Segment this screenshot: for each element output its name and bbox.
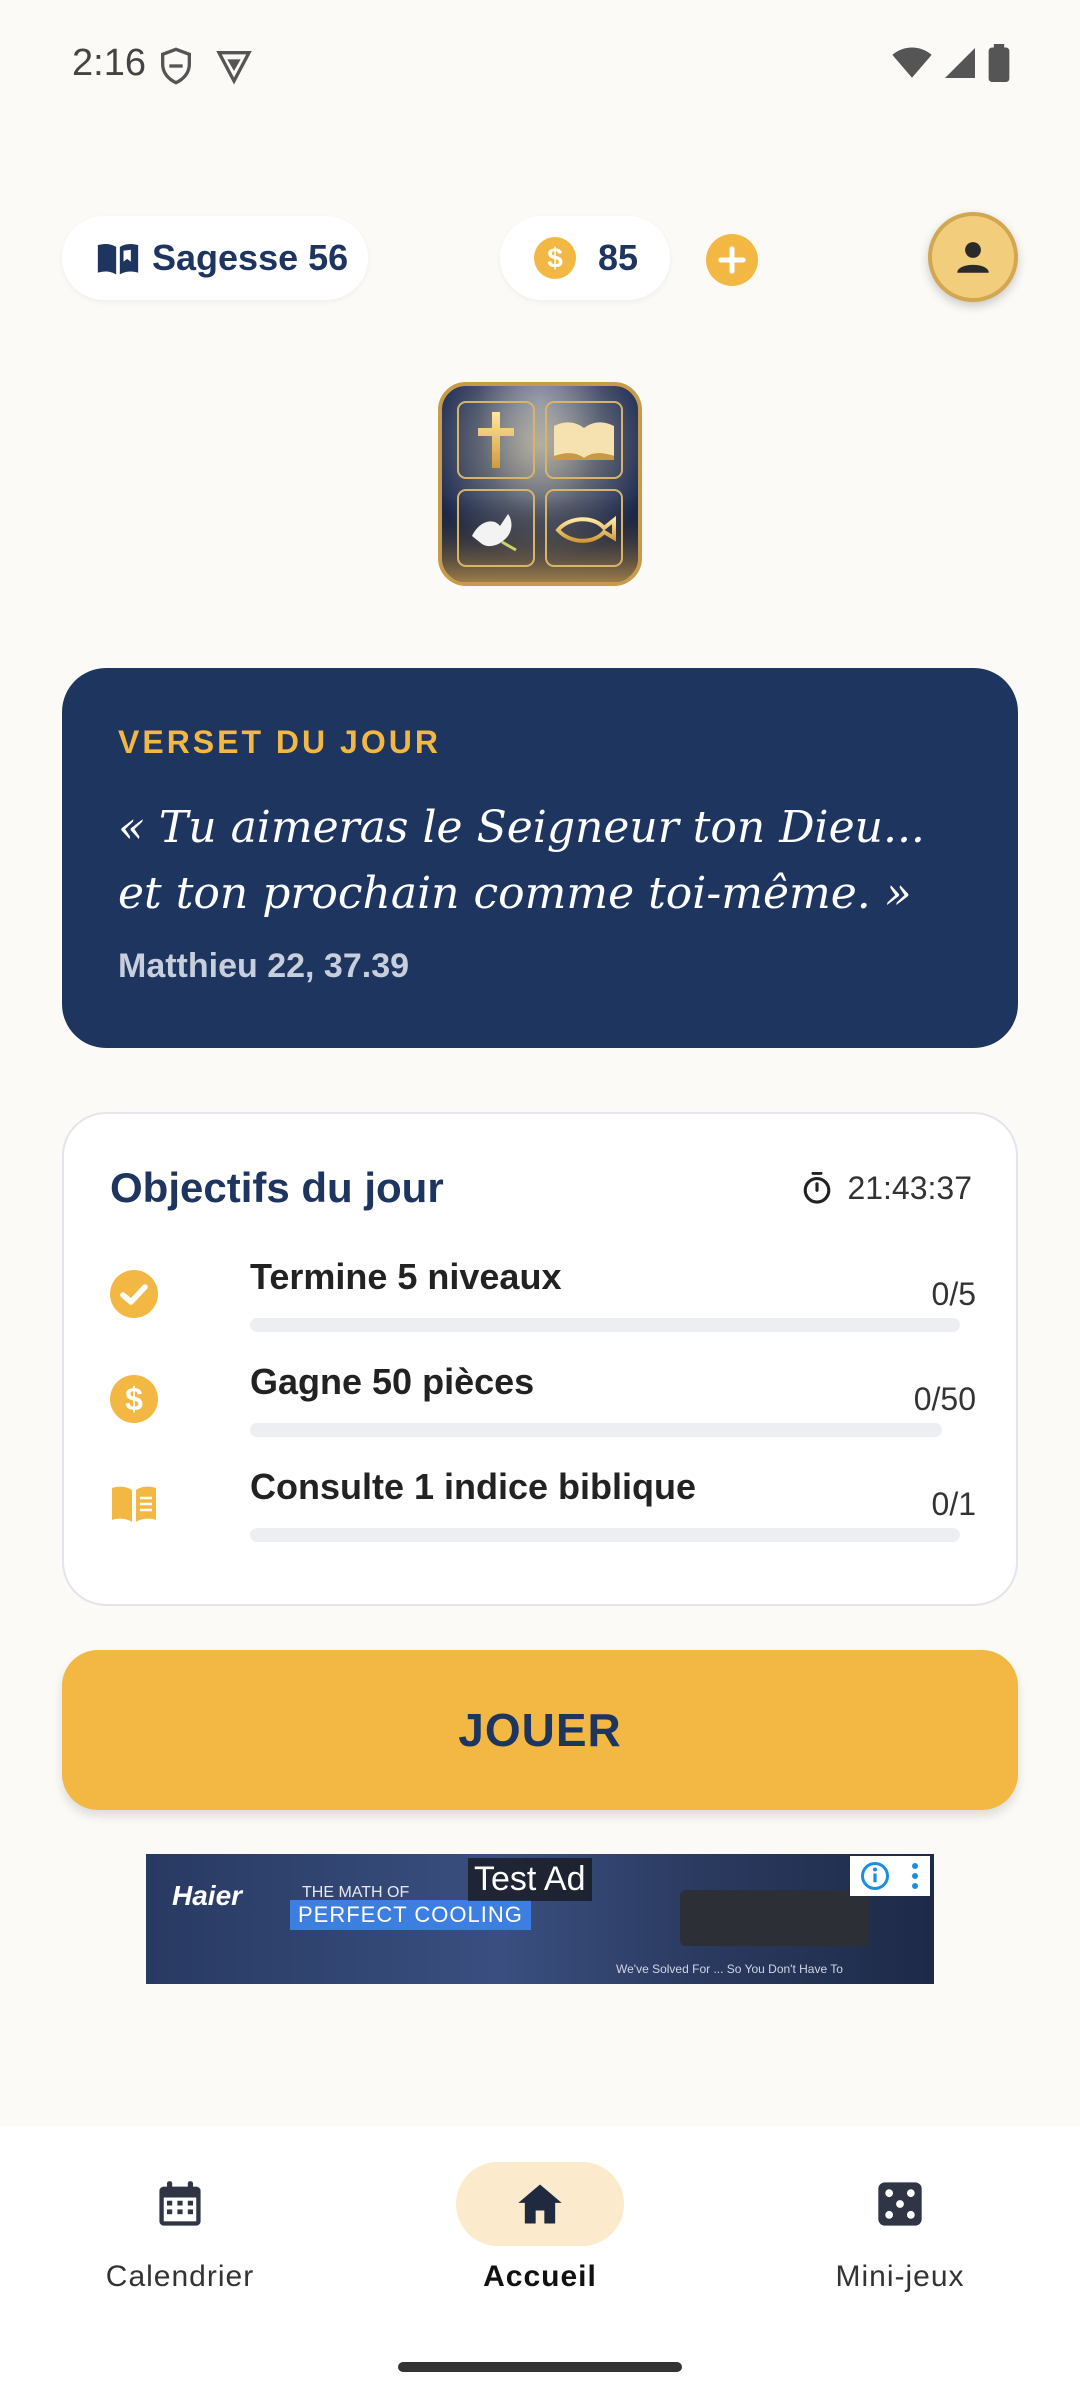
ad-choices[interactable] xyxy=(850,1856,930,1896)
signal-icon xyxy=(945,48,975,78)
objective-progress-bar xyxy=(250,1318,960,1332)
ad-tagline: We've Solved For ... So You Don't Have T… xyxy=(616,1962,843,1976)
wisdom-label: Sagesse 56 xyxy=(152,237,349,278)
objective-count: 0/5 xyxy=(931,1276,976,1312)
check-circle-icon xyxy=(110,1270,158,1318)
play-button[interactable]: JOUER xyxy=(62,1650,1018,1810)
status-bar: 2:16 xyxy=(0,0,1080,130)
wifi-icon xyxy=(892,47,932,78)
nav-label: Accueil xyxy=(483,2260,597,2293)
objectives-timer: 21:43:37 xyxy=(801,1170,972,1207)
bottom-navigation: Calendrier Accueil Mini-jeux xyxy=(0,2126,1080,2400)
timer-icon xyxy=(804,1171,831,1204)
nav-label: Mini-jeux xyxy=(835,2260,965,2293)
test-ad-label: Test Ad xyxy=(468,1858,592,1901)
home-icon xyxy=(518,2184,562,2224)
objective-count: 0/1 xyxy=(931,1486,976,1522)
coin-icon: $ xyxy=(110,1375,158,1423)
info-icon xyxy=(860,1862,889,1890)
more-vertical-icon xyxy=(911,1863,918,1889)
objective-label: Gagne 50 pièces xyxy=(250,1361,535,1402)
ad-headline-2: PERFECT COOLING xyxy=(290,1900,531,1930)
play-button-label: JOUER xyxy=(458,1704,622,1756)
verse-label: VERSET DU JOUR xyxy=(118,724,441,760)
ad-brand: Haier xyxy=(172,1880,243,1911)
objective-label: Termine 5 niveaux xyxy=(250,1256,562,1297)
shield-status-icon xyxy=(161,47,191,85)
app-logo-icon xyxy=(442,386,638,582)
nav-home[interactable]: Accueil xyxy=(390,2162,690,2322)
nav-icon-container xyxy=(96,2162,264,2246)
person-icon xyxy=(957,242,989,273)
objective-progress-bar xyxy=(250,1528,960,1542)
nav-calendar[interactable]: Calendrier xyxy=(30,2162,330,2322)
coin-balance[interactable]: $ 85 xyxy=(500,216,670,300)
coin-icon: $ xyxy=(534,237,576,279)
book-icon xyxy=(112,1486,156,1522)
objective-progress-bar xyxy=(250,1423,942,1437)
ad-banner[interactable]: Haier THE MATH OF PERFECT COOLING We've … xyxy=(146,1854,934,1984)
objective-row: Termine 5 niveaux 0/5 xyxy=(110,1256,976,1346)
wisdom-badge[interactable]: Sagesse 56 xyxy=(62,216,368,300)
coin-count: 85 xyxy=(598,237,639,278)
verse-text: « Tu aimeras le Seigneur ton Dieu... et … xyxy=(118,802,925,919)
objective-count: 0/50 xyxy=(913,1381,976,1417)
calendar-icon xyxy=(159,2181,201,2226)
objective-label: Consulte 1 indice biblique xyxy=(250,1466,697,1507)
open-book-icon xyxy=(97,243,139,275)
timer-value: 21:43:37 xyxy=(847,1170,972,1206)
objective-row: $ Gagne 50 pièces 0/50 xyxy=(110,1361,976,1451)
app-logo xyxy=(438,382,642,586)
add-coins-button[interactable] xyxy=(706,234,758,286)
verse-of-the-day-card: VERSET DU JOUR « Tu aimeras le Seigneur … xyxy=(62,668,1018,1048)
nav-icon-container xyxy=(816,2162,984,2246)
home-indicator[interactable] xyxy=(398,2362,682,2372)
svg-text:$: $ xyxy=(125,1381,143,1417)
dice-icon xyxy=(878,2182,922,2226)
battery-icon xyxy=(988,44,1010,82)
plus-icon xyxy=(718,246,746,274)
objective-row: Consulte 1 indice biblique 0/1 xyxy=(110,1466,976,1556)
vpn-status-icon xyxy=(216,51,252,85)
objectives-title: Objectifs du jour xyxy=(110,1164,444,1211)
nav-icon-container xyxy=(456,2162,624,2246)
status-time: 2:16 xyxy=(72,42,146,84)
nav-mini-games[interactable]: Mini-jeux xyxy=(750,2162,1050,2322)
daily-objectives-card: Objectifs du jour 21:43:37 Termine 5 niv… xyxy=(62,1112,1018,1606)
ad-product-image xyxy=(680,1890,870,1946)
profile-avatar-button[interactable] xyxy=(928,212,1018,302)
svg-text:$: $ xyxy=(547,243,563,274)
verse-reference: Matthieu 22, 37.39 xyxy=(118,947,410,985)
nav-label: Calendrier xyxy=(105,2260,255,2293)
